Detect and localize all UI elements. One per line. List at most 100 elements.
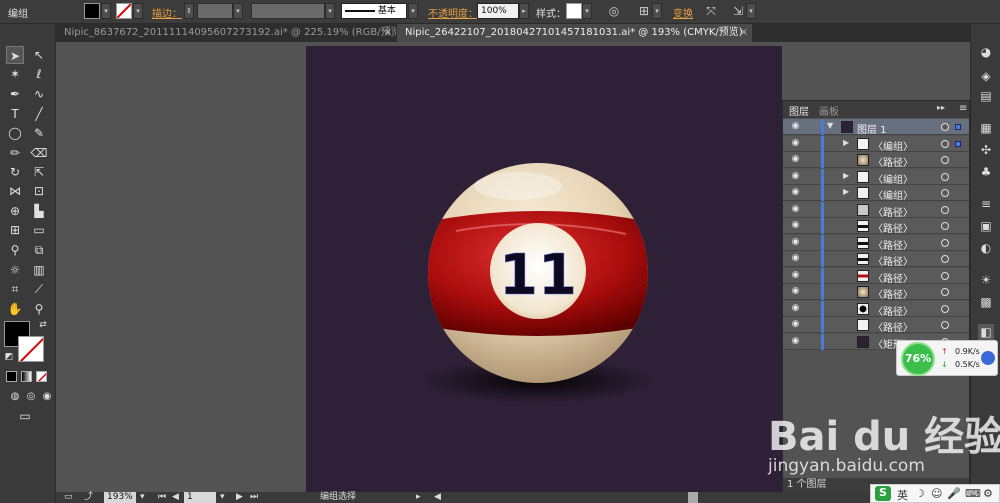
stroke-color-box[interactable]	[18, 336, 44, 362]
visibility-eye-icon[interactable]: ◉	[789, 236, 802, 249]
slice-tool-icon[interactable]: ⟋	[30, 280, 48, 298]
target-circle-icon[interactable]	[941, 189, 949, 197]
visibility-eye-icon[interactable]: ◉	[789, 219, 802, 232]
selection-indicator[interactable]	[955, 124, 961, 130]
visibility-eye-icon[interactable]: ◉	[789, 153, 802, 166]
sublayer-row[interactable]: ◉ 〈路径〉	[783, 218, 969, 235]
paintbrush-tool-icon[interactable]: ✎	[30, 124, 48, 142]
target-circle-icon[interactable]	[941, 222, 949, 230]
collapse-panel-icon[interactable]: ▸▸	[937, 103, 945, 112]
lasso-tool-icon[interactable]: ℓ	[30, 65, 48, 83]
layer-name[interactable]: 〈编组〉	[873, 171, 913, 186]
ime-language[interactable]: 英	[897, 487, 908, 503]
target-circle-icon[interactable]	[941, 205, 949, 214]
eyedropper-tool-icon[interactable]: ⚲	[6, 241, 24, 259]
layer-name[interactable]: 〈路径〉	[873, 220, 913, 235]
target-circle-icon[interactable]	[941, 238, 949, 247]
layer-name[interactable]: 〈路径〉	[873, 286, 913, 301]
screen-mode-icon[interactable]: ▭	[16, 407, 34, 425]
magic-wand-tool-icon[interactable]: ✶	[6, 65, 24, 83]
pen-tool-icon[interactable]: ✒	[6, 85, 24, 103]
brushes-icon[interactable]: ✣	[978, 142, 994, 158]
symbol-sprayer-tool-icon[interactable]: ☼	[6, 261, 24, 279]
visibility-eye-icon[interactable]: ◉	[789, 170, 802, 183]
sublayer-row[interactable]: ◉ 〈路径〉	[783, 251, 969, 268]
artboard-nav-icon[interactable]: ▭	[64, 492, 73, 503]
stroke-label[interactable]: 描边：	[152, 5, 182, 20]
layer-name[interactable]: 〈路径〉	[873, 303, 913, 318]
artboard-tool-icon[interactable]: ⌗	[6, 280, 24, 298]
visibility-eye-icon[interactable]: ◉	[789, 269, 802, 282]
swatches-icon[interactable]: ▦	[978, 120, 994, 136]
appearance-icon[interactable]: ☀	[978, 272, 994, 288]
keyboard-icon[interactable]: ⌨	[965, 487, 981, 500]
layer-name[interactable]: 图层 1	[857, 121, 887, 136]
prev-artboard-icon[interactable]: ◀	[172, 492, 179, 503]
eraser-tool-icon[interactable]: ⌫	[30, 144, 48, 162]
opacity-label[interactable]: 不透明度：	[428, 5, 478, 20]
layers-icon[interactable]: ◧	[978, 324, 994, 340]
sublayer-row[interactable]: ◉ 〈路径〉	[783, 300, 969, 318]
target-circle-icon[interactable]	[941, 271, 949, 280]
status-menu-icon[interactable]: ▸	[416, 492, 421, 503]
properties-icon[interactable]: ▤	[978, 88, 994, 104]
target-circle-icon[interactable]	[941, 288, 949, 296]
tab-document-2[interactable]: Nipic_26422107_20180427101457181031.ai* …	[397, 24, 752, 42]
visibility-eye-icon[interactable]: ◉	[789, 203, 802, 216]
voice-icon[interactable]: 🎤	[947, 487, 961, 500]
arrange-icon[interactable]: ⇲	[730, 3, 746, 19]
layer-name[interactable]: 〈编组〉	[873, 138, 913, 153]
billiard-ball-artwork[interactable]: 11	[306, 46, 782, 496]
target-circle-icon[interactable]	[941, 156, 949, 164]
stroke-panel-icon[interactable]: ≡	[978, 196, 994, 212]
layer-name[interactable]: 〈路径〉	[873, 270, 913, 285]
target-circle-icon[interactable]	[941, 139, 949, 148]
variable-width-profile[interactable]	[251, 3, 325, 19]
tab-close-icon[interactable]: ×	[384, 24, 392, 42]
selection-indicator[interactable]	[955, 140, 961, 147]
selection-tool-icon[interactable]: ➤	[6, 46, 24, 64]
sublayer-row[interactable]: ◉ ▶ 〈编组〉	[783, 185, 969, 202]
variable-width-dropdown[interactable]: ▾	[325, 3, 335, 19]
layer-row[interactable]: ◉ ▼ 图层 1	[783, 119, 969, 136]
sublayer-row[interactable]: ◉ 〈路径〉	[783, 152, 969, 169]
panel-menu-icon[interactable]: ≡	[959, 103, 967, 114]
color-mode-icon[interactable]	[6, 371, 17, 382]
sublayer-row[interactable]: ◉ 〈路径〉	[783, 234, 969, 252]
ime-tools-icon[interactable]: ⚙	[983, 487, 993, 500]
artboard-number-field[interactable]: 1	[184, 492, 216, 503]
align-dropdown[interactable]: ▾	[652, 3, 662, 19]
target-circle-icon[interactable]	[941, 304, 949, 313]
first-artboard-icon[interactable]: ⏮	[158, 492, 166, 503]
brush-dropdown[interactable]: ▾	[408, 3, 418, 19]
expand-arrow-icon[interactable]: ▶	[843, 138, 849, 147]
hand-tool-icon[interactable]: ✋	[6, 300, 24, 318]
visibility-eye-icon[interactable]: ◉	[789, 318, 802, 331]
draw-inside-icon[interactable]: ◉	[38, 388, 56, 406]
layer-name[interactable]: 〈编组〉	[873, 187, 913, 202]
width-tool-icon[interactable]: ⋈	[6, 182, 24, 200]
transparency-icon[interactable]: ◐	[978, 240, 994, 256]
arrange-dropdown[interactable]: ▾	[746, 3, 756, 19]
zoom-dropdown-icon[interactable]: ▾	[140, 492, 145, 503]
artboard-dropdown-icon[interactable]: ▾	[220, 492, 225, 503]
visibility-eye-icon[interactable]: ◉	[789, 186, 802, 199]
tab-artboards[interactable]: 画板	[819, 103, 839, 118]
sublayer-row[interactable]: ◉ 〈路径〉	[783, 284, 969, 301]
expand-arrow-icon[interactable]: ▶	[843, 187, 849, 196]
sogou-logo-icon[interactable]: S	[875, 486, 891, 501]
type-tool-icon[interactable]: T	[6, 105, 24, 123]
tab-layers[interactable]: 图层	[789, 103, 809, 118]
sublayer-row[interactable]: ◉ 〈路径〉	[783, 317, 969, 334]
fill-dropdown-arrow[interactable]: ▾	[101, 3, 111, 19]
swap-fill-stroke-icon[interactable]: ⇄	[34, 316, 52, 334]
visibility-eye-icon[interactable]: ◉	[789, 120, 802, 133]
graph-tool-icon[interactable]: ▥	[30, 261, 48, 279]
sublayer-row[interactable]: ◉ 〈路径〉	[783, 267, 969, 285]
target-circle-icon[interactable]	[941, 172, 949, 181]
stroke-weight-stepper[interactable]: ⇕	[184, 3, 194, 19]
gradient-tool-icon[interactable]: ▭	[30, 221, 48, 239]
none-mode-icon[interactable]	[36, 371, 47, 382]
layer-name[interactable]: 〈路径〉	[873, 237, 913, 252]
isolate-group-icon[interactable]: ⤧	[703, 3, 719, 19]
